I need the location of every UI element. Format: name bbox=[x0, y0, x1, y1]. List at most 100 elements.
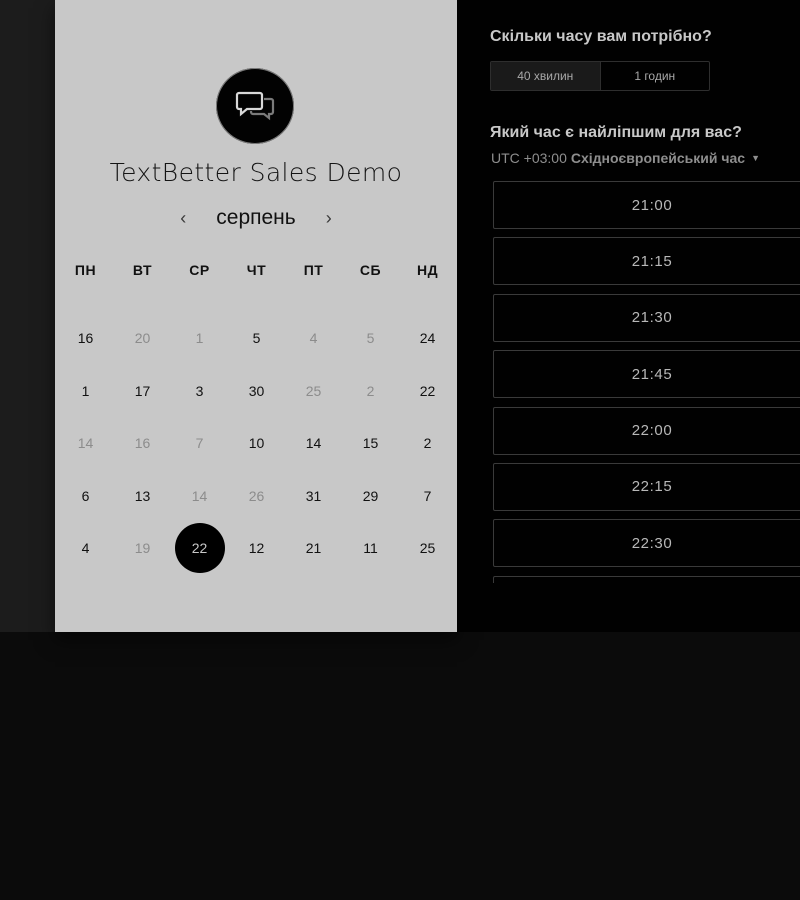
chat-bubbles-icon bbox=[235, 91, 275, 121]
duration-selector: 40 хвилин 1 годин bbox=[490, 61, 710, 91]
calendar-panel: TextBetter Sales Demo ‹ серпень › ПН ВТ … bbox=[55, 0, 457, 632]
calendar-day[interactable]: 6 bbox=[57, 470, 114, 523]
calendar-day[interactable]: 14 bbox=[285, 417, 342, 470]
calendar-day[interactable]: 7 bbox=[399, 470, 456, 523]
calendar-day[interactable]: 15 bbox=[342, 417, 399, 470]
calendar-day-number: 19 bbox=[134, 540, 151, 557]
calendar-day-number: 26 bbox=[248, 487, 265, 504]
calendar-day: 14 bbox=[171, 470, 228, 523]
event-logo bbox=[216, 68, 294, 144]
weekday-label: СР bbox=[189, 262, 210, 278]
calendar-day: 1 bbox=[171, 312, 228, 365]
weekday-label: НД bbox=[416, 262, 439, 278]
calendar-day-number: 7 bbox=[195, 435, 204, 452]
calendar-day[interactable]: 24 bbox=[399, 312, 456, 365]
timeslot-button[interactable]: 22:15 bbox=[493, 462, 800, 511]
duration-option-1h[interactable]: 1 годин bbox=[599, 62, 710, 90]
calendar-day[interactable]: 30 bbox=[228, 365, 285, 418]
month-navigation: ‹ серпень › bbox=[55, 204, 457, 232]
weekday-label: ПН bbox=[74, 262, 97, 278]
duration-heading: Скільки часу вам потрібно? bbox=[490, 28, 712, 45]
calendar-day[interactable]: 12 bbox=[228, 522, 285, 575]
timezone-offset: UTC +03:00 bbox=[491, 150, 567, 166]
calendar-day[interactable]: 1 bbox=[57, 365, 114, 418]
timeslot-button[interactable]: 21:45 bbox=[493, 350, 800, 399]
calendar-day-number: 5 bbox=[252, 330, 261, 347]
booking-panel: Скільки часу вам потрібно? 40 хвилин 1 г… bbox=[457, 0, 800, 632]
calendar-day-number: 15 bbox=[362, 435, 379, 452]
calendar-day: 14 bbox=[57, 417, 114, 470]
calendar-day[interactable]: 25 bbox=[399, 522, 456, 575]
calendar-day-number: 13 bbox=[134, 487, 151, 504]
calendar-day[interactable]: 3 bbox=[171, 365, 228, 418]
calendar-day-number: 16 bbox=[77, 330, 94, 347]
timezone-name: Східноєвропейський час bbox=[570, 150, 746, 166]
calendar-day: 16 bbox=[114, 417, 171, 470]
calendar-day-number: 22 bbox=[419, 382, 436, 399]
calendar-day-number: 11 bbox=[363, 540, 378, 557]
timezone-selector[interactable]: UTC +03:00 Східноєвропейський час ▼ bbox=[491, 150, 760, 166]
calendar-day-number: 2 bbox=[423, 435, 432, 452]
calendar-day: 25 bbox=[285, 365, 342, 418]
chevron-right-icon[interactable]: › bbox=[318, 208, 340, 229]
calendar-day: 4 bbox=[285, 312, 342, 365]
calendar-day-number: 10 bbox=[248, 435, 265, 452]
timeslot-heading: Який час є найліпшим для вас? bbox=[490, 124, 742, 141]
calendar-day-number: 25 bbox=[305, 382, 322, 399]
month-label: серпень bbox=[216, 206, 296, 229]
calendar-day-selected[interactable]: 22 bbox=[171, 522, 228, 575]
timeslot-button[interactable]: 21:00 bbox=[493, 181, 800, 229]
calendar-day[interactable]: 29 bbox=[342, 470, 399, 523]
calendar-day-number: 4 bbox=[81, 540, 90, 557]
calendar-day: 20 bbox=[114, 312, 171, 365]
weekday-label: СБ bbox=[359, 262, 382, 278]
calendar-day-number: 1 bbox=[195, 330, 204, 347]
calendar-day[interactable]: 2 bbox=[399, 417, 456, 470]
calendar-day-number: 4 bbox=[309, 330, 318, 347]
weekday-label: ВТ bbox=[132, 262, 153, 278]
calendar-day-number: 21 bbox=[305, 540, 322, 557]
chevron-left-icon[interactable]: ‹ bbox=[172, 208, 194, 229]
weekday-header: ПН ВТ СР ЧТ ПТ СБ НД bbox=[57, 262, 457, 278]
calendar-day: 5 bbox=[342, 312, 399, 365]
calendar-day[interactable]: 5 bbox=[228, 312, 285, 365]
calendar-day-number: 20 bbox=[134, 330, 151, 347]
timeslot-button[interactable]: 22:30 bbox=[493, 519, 800, 568]
calendar-day-number: 14 bbox=[191, 487, 208, 504]
weekday-label: ПТ bbox=[303, 262, 324, 278]
calendar-day: 26 bbox=[228, 470, 285, 523]
timeslot-list: 21:00 21:15 21:30 21:45 22:00 22:15 22:30 bbox=[493, 181, 800, 583]
event-title: TextBetter Sales Demo bbox=[109, 158, 403, 187]
duration-option-40min[interactable]: 40 хвилин bbox=[491, 62, 600, 90]
calendar-day-number: 30 bbox=[248, 382, 265, 399]
calendar-day-number: 1 bbox=[81, 382, 90, 399]
calendar-day-number: 16 bbox=[134, 435, 151, 452]
calendar-day[interactable]: 16 bbox=[57, 312, 114, 365]
calendar-day-number: 7 bbox=[423, 487, 432, 504]
calendar-day-number: 3 bbox=[195, 382, 204, 399]
calendar-day: 19 bbox=[114, 522, 171, 575]
calendar-day[interactable]: 21 bbox=[285, 522, 342, 575]
calendar-day-number: 31 bbox=[305, 487, 322, 504]
calendar-day[interactable]: 22 bbox=[399, 365, 456, 418]
calendar-day-number: 29 bbox=[362, 487, 379, 504]
timeslot-button[interactable]: 22:00 bbox=[493, 406, 800, 455]
calendar-day[interactable]: 13 bbox=[114, 470, 171, 523]
calendar-day-number: 14 bbox=[305, 435, 322, 452]
calendar-day-number: 5 bbox=[366, 330, 375, 347]
timeslot-button[interactable]: 21:30 bbox=[493, 293, 800, 342]
timeslot-button[interactable]: 21:15 bbox=[493, 237, 800, 286]
weekday-label: ЧТ bbox=[246, 262, 267, 278]
calendar-day-number: 24 bbox=[419, 330, 436, 347]
calendar-day-number: 17 bbox=[134, 382, 151, 399]
calendar-day-number: 22 bbox=[174, 523, 225, 574]
calendar-day[interactable]: 17 bbox=[114, 365, 171, 418]
calendar-day[interactable]: 31 bbox=[285, 470, 342, 523]
timeslot-button[interactable] bbox=[493, 575, 800, 583]
calendar-day-number: 2 bbox=[366, 382, 375, 399]
calendar-day-number: 14 bbox=[77, 435, 94, 452]
calendar-day[interactable]: 11 bbox=[342, 522, 399, 575]
calendar-day[interactable]: 4 bbox=[57, 522, 114, 575]
calendar-grid: 16 20 1 5 4 5 24 1 17 3 30 25 2 22 14 16 7 10 14 15 2 6 13 14 26… bbox=[57, 312, 457, 575]
calendar-day[interactable]: 10 bbox=[228, 417, 285, 470]
